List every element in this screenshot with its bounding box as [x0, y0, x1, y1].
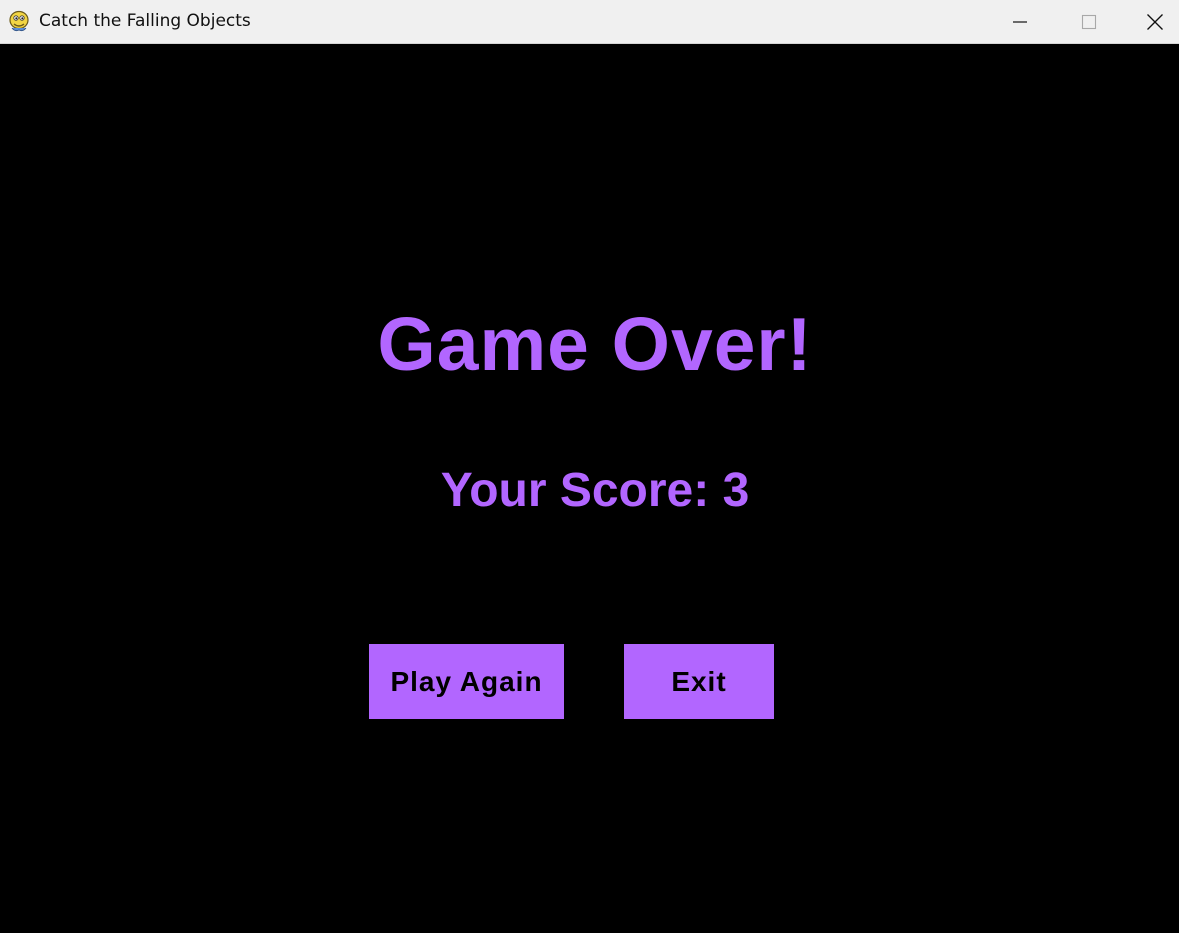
maximize-icon — [1081, 14, 1097, 29]
exit-label: Exit — [671, 665, 727, 697]
game-window: Catch the Falling Objects Game Over! You… — [0, 0, 1179, 933]
maximize-button[interactable] — [1060, 0, 1118, 43]
play-again-label: Play Again — [390, 665, 543, 697]
minimize-button[interactable] — [991, 0, 1049, 43]
pygame-snake-icon — [9, 10, 29, 32]
play-again-button[interactable]: Play Again — [369, 644, 564, 719]
window-titlebar[interactable]: Catch the Falling Objects — [0, 0, 1179, 44]
minimize-icon — [1013, 20, 1027, 23]
score-display: Your Score: 3 — [440, 464, 750, 517]
window-title: Catch the Falling Objects — [39, 11, 251, 31]
close-icon — [1146, 13, 1163, 30]
game-over-heading: Game Over! — [377, 302, 813, 386]
exit-button[interactable]: Exit — [624, 644, 774, 719]
game-canvas: Game Over! Your Score: 3 Play Again Exit — [0, 44, 1179, 933]
close-button[interactable] — [1130, 0, 1179, 43]
